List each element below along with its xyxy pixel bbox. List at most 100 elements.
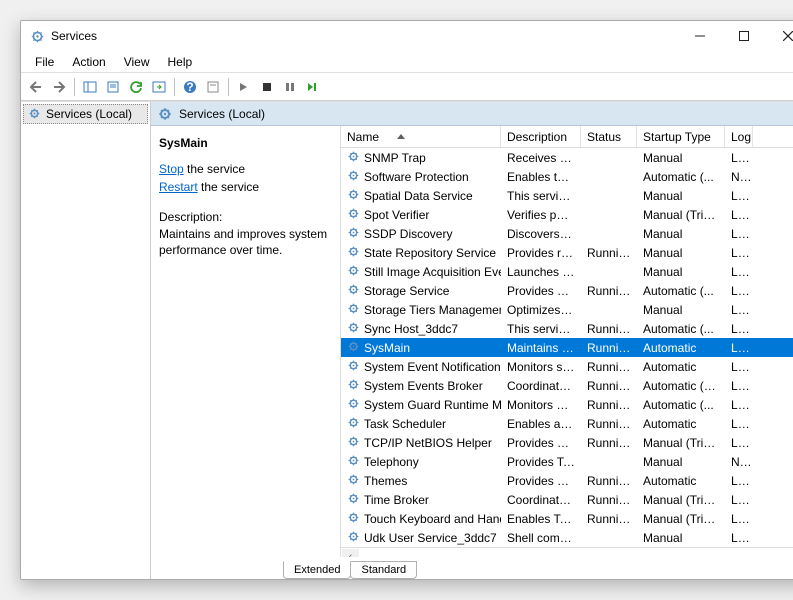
col-name[interactable]: Name	[341, 126, 501, 147]
horizontal-scrollbar[interactable]: ‹ ›	[341, 547, 793, 557]
service-status: Running	[581, 473, 637, 489]
service-name: SSDP Discovery	[364, 227, 452, 241]
right-pane: Services (Local) SysMain Stop the servic…	[151, 102, 793, 579]
service-startup: Manual	[637, 454, 725, 470]
service-row[interactable]: Touch Keyboard and Hand...Enables Tou...…	[341, 509, 793, 528]
service-desc: Enables Tou...	[501, 511, 581, 527]
service-log: Loca	[725, 207, 753, 223]
service-desc: Shell comp...	[501, 530, 581, 546]
service-status: Running	[581, 397, 637, 413]
col-log[interactable]: Log	[725, 126, 753, 147]
tree-root-item[interactable]: Services (Local)	[23, 104, 148, 124]
service-status	[581, 309, 637, 311]
service-row[interactable]: Sync Host_3ddc7This service ...RunningAu…	[341, 319, 793, 338]
service-log: Loca	[725, 511, 753, 527]
service-row[interactable]: TCP/IP NetBIOS HelperProvides su...Runni…	[341, 433, 793, 452]
service-row[interactable]: Storage ServiceProvides en...RunningAuto…	[341, 281, 793, 300]
pane-header-label: Services (Local)	[179, 107, 265, 121]
service-row[interactable]: Task SchedulerEnables a us...RunningAuto…	[341, 414, 793, 433]
service-row[interactable]: SysMainMaintains a...RunningAutomaticLoc…	[341, 338, 793, 357]
service-startup: Manual	[637, 226, 725, 242]
pane-body: SysMain Stop the service Restart the ser…	[151, 126, 793, 557]
pane-header: Services (Local)	[151, 102, 793, 126]
menu-view[interactable]: View	[116, 53, 158, 71]
service-row[interactable]: State Repository ServiceProvides re...Ru…	[341, 243, 793, 262]
col-status[interactable]: Status	[581, 126, 637, 147]
service-status: Running	[581, 359, 637, 375]
service-row[interactable]: System Guard Runtime Mo...Monitors an...…	[341, 395, 793, 414]
menu-help[interactable]: Help	[160, 53, 201, 71]
service-row[interactable]: Storage Tiers ManagementOptimizes t...Ma…	[341, 300, 793, 319]
service-status	[581, 271, 637, 273]
service-row[interactable]: ThemesProvides us...RunningAutomaticLoca	[341, 471, 793, 490]
service-row[interactable]: Spatial Data ServiceThis service ...Manu…	[341, 186, 793, 205]
service-log: Loca	[725, 226, 753, 242]
service-status	[581, 461, 637, 463]
service-row[interactable]: Udk User Service_3ddc7Shell comp...Manua…	[341, 528, 793, 547]
service-log: Loca	[725, 188, 753, 204]
pause-service-button[interactable]	[279, 76, 301, 98]
stop-service-button[interactable]	[256, 76, 278, 98]
tree-root-label: Services (Local)	[46, 107, 132, 121]
service-desc: Provides Tel...	[501, 454, 581, 470]
service-log: Loca	[725, 359, 753, 375]
properties-button[interactable]	[102, 76, 124, 98]
col-startup[interactable]: Startup Type	[637, 126, 725, 147]
service-log: Loca	[725, 397, 753, 413]
service-startup: Automatic (...	[637, 397, 725, 413]
col-description[interactable]: Description	[501, 126, 581, 147]
tab-standard[interactable]: Standard	[350, 561, 417, 579]
service-row[interactable]: Time BrokerCoordinates...RunningManual (…	[341, 490, 793, 509]
back-button[interactable]	[25, 76, 47, 98]
selected-service-name: SysMain	[159, 136, 332, 150]
service-name: Spot Verifier	[364, 208, 429, 222]
services-window: Services File Action View Help ?	[20, 20, 793, 580]
service-row[interactable]: Still Image Acquisition EventsLaunches a…	[341, 262, 793, 281]
service-row[interactable]: SNMP TrapReceives tra...ManualLoca	[341, 148, 793, 167]
gear-icon	[347, 416, 360, 432]
service-startup: Manual (Trig...	[637, 435, 725, 451]
service-status	[581, 157, 637, 159]
service-row[interactable]: Spot VerifierVerifies pote...Manual (Tri…	[341, 205, 793, 224]
show-hide-button[interactable]	[79, 76, 101, 98]
tab-extended[interactable]: Extended	[283, 561, 351, 579]
column-headers: Name Description Status Startup Type Log	[341, 126, 793, 148]
app-icon	[29, 28, 45, 44]
body-area: Services (Local) Services (Local) SysMai…	[21, 101, 793, 579]
export-button[interactable]	[148, 76, 170, 98]
close-button[interactable]	[766, 22, 793, 50]
service-name: Udk User Service_3ddc7	[364, 531, 497, 545]
service-row[interactable]: TelephonyProvides Tel...ManualNetv	[341, 452, 793, 471]
gear-icon	[347, 340, 360, 356]
service-row[interactable]: System Events BrokerCoordinates...Runnin…	[341, 376, 793, 395]
gear-icon	[347, 454, 360, 470]
menu-file[interactable]: File	[27, 53, 62, 71]
stop-link[interactable]: Stop	[159, 162, 184, 176]
maximize-button[interactable]	[722, 22, 766, 50]
service-row[interactable]: SSDP DiscoveryDiscovers n...ManualLoca	[341, 224, 793, 243]
service-log: Loca	[725, 416, 753, 432]
forward-button[interactable]	[48, 76, 70, 98]
service-status: Running	[581, 378, 637, 394]
menu-action[interactable]: Action	[64, 53, 113, 71]
scroll-left-icon[interactable]: ‹	[342, 549, 359, 558]
restart-service-button[interactable]	[302, 76, 324, 98]
help-button[interactable]: ?	[179, 76, 201, 98]
service-row[interactable]: System Event Notification S...Monitors s…	[341, 357, 793, 376]
service-status: Running	[581, 321, 637, 337]
service-status: Running	[581, 245, 637, 261]
service-row[interactable]: Software ProtectionEnables the ...Automa…	[341, 167, 793, 186]
start-service-button[interactable]	[233, 76, 255, 98]
service-log: Loca	[725, 283, 753, 299]
restart-link[interactable]: Restart	[159, 180, 198, 194]
refresh-button[interactable]	[125, 76, 147, 98]
minimize-button[interactable]	[678, 22, 722, 50]
service-list[interactable]: SNMP TrapReceives tra...ManualLocaSoftwa…	[341, 148, 793, 547]
service-log: Loca	[725, 150, 753, 166]
gear-icon	[347, 530, 360, 546]
service-actions: Stop the service Restart the service	[159, 160, 332, 196]
service-startup: Manual	[637, 245, 725, 261]
properties2-button[interactable]	[202, 76, 224, 98]
service-startup: Automatic	[637, 340, 725, 356]
service-status	[581, 214, 637, 216]
